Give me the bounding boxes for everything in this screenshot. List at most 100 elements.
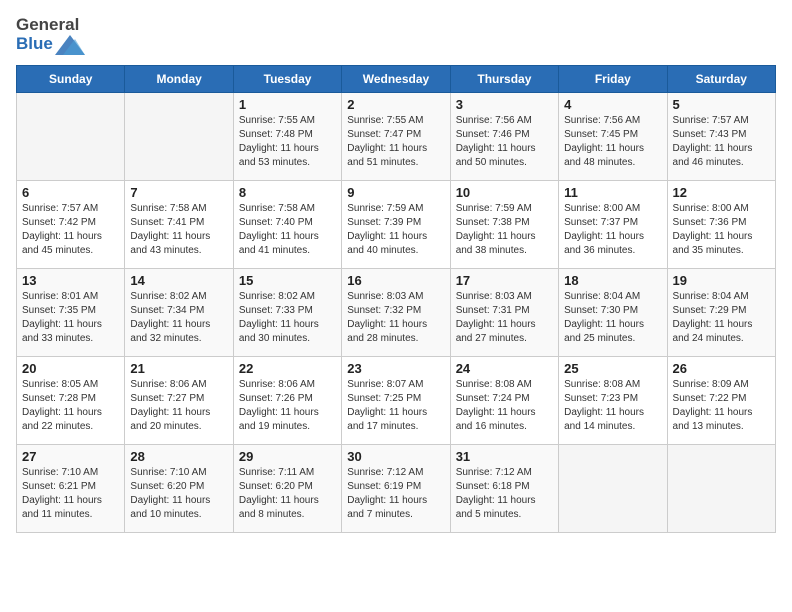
calendar-cell: 27 Sunrise: 7:10 AM Sunset: 6:21 PM Dayl… [17,444,125,532]
day-number: 22 [239,361,336,376]
weekday-header-sunday: Sunday [17,65,125,92]
calendar-cell: 4 Sunrise: 7:56 AM Sunset: 7:45 PM Dayli… [559,92,667,180]
cell-content: Sunrise: 7:59 AM Sunset: 7:38 PM Dayligh… [456,202,553,258]
day-number: 1 [239,97,336,112]
calendar-week-row: 13 Sunrise: 8:01 AM Sunset: 7:35 PM Dayl… [17,268,776,356]
day-number: 11 [564,185,661,200]
day-number: 17 [456,273,553,288]
calendar-cell: 3 Sunrise: 7:56 AM Sunset: 7:46 PM Dayli… [450,92,558,180]
day-number: 7 [130,185,227,200]
day-number: 16 [347,273,444,288]
cell-content: Sunrise: 8:04 AM Sunset: 7:30 PM Dayligh… [564,290,661,346]
day-number: 29 [239,449,336,464]
cell-content: Sunrise: 8:03 AM Sunset: 7:32 PM Dayligh… [347,290,444,346]
calendar-cell: 2 Sunrise: 7:55 AM Sunset: 7:47 PM Dayli… [342,92,450,180]
day-number: 9 [347,185,444,200]
day-number: 10 [456,185,553,200]
calendar-week-row: 6 Sunrise: 7:57 AM Sunset: 7:42 PM Dayli… [17,180,776,268]
calendar-cell: 8 Sunrise: 7:58 AM Sunset: 7:40 PM Dayli… [233,180,341,268]
cell-content: Sunrise: 7:58 AM Sunset: 7:41 PM Dayligh… [130,202,227,258]
cell-content: Sunrise: 8:05 AM Sunset: 7:28 PM Dayligh… [22,378,119,434]
weekday-header-monday: Monday [125,65,233,92]
weekday-header-thursday: Thursday [450,65,558,92]
calendar-cell: 17 Sunrise: 8:03 AM Sunset: 7:31 PM Dayl… [450,268,558,356]
calendar-week-row: 27 Sunrise: 7:10 AM Sunset: 6:21 PM Dayl… [17,444,776,532]
day-number: 5 [673,97,770,112]
day-number: 18 [564,273,661,288]
logo: General Blue [16,16,85,55]
day-number: 20 [22,361,119,376]
day-number: 15 [239,273,336,288]
calendar-cell: 22 Sunrise: 8:06 AM Sunset: 7:26 PM Dayl… [233,356,341,444]
calendar-cell: 9 Sunrise: 7:59 AM Sunset: 7:39 PM Dayli… [342,180,450,268]
cell-content: Sunrise: 7:11 AM Sunset: 6:20 PM Dayligh… [239,466,336,522]
cell-content: Sunrise: 7:57 AM Sunset: 7:43 PM Dayligh… [673,114,770,170]
cell-content: Sunrise: 7:59 AM Sunset: 7:39 PM Dayligh… [347,202,444,258]
calendar-week-row: 1 Sunrise: 7:55 AM Sunset: 7:48 PM Dayli… [17,92,776,180]
calendar-cell [667,444,775,532]
calendar-cell: 26 Sunrise: 8:09 AM Sunset: 7:22 PM Dayl… [667,356,775,444]
day-number: 30 [347,449,444,464]
cell-content: Sunrise: 8:02 AM Sunset: 7:33 PM Dayligh… [239,290,336,346]
cell-content: Sunrise: 8:08 AM Sunset: 7:24 PM Dayligh… [456,378,553,434]
cell-content: Sunrise: 8:06 AM Sunset: 7:27 PM Dayligh… [130,378,227,434]
calendar-cell: 7 Sunrise: 7:58 AM Sunset: 7:41 PM Dayli… [125,180,233,268]
calendar-cell: 29 Sunrise: 7:11 AM Sunset: 6:20 PM Dayl… [233,444,341,532]
day-number: 2 [347,97,444,112]
cell-content: Sunrise: 7:12 AM Sunset: 6:18 PM Dayligh… [456,466,553,522]
day-number: 13 [22,273,119,288]
calendar-cell [17,92,125,180]
day-number: 8 [239,185,336,200]
calendar-cell: 6 Sunrise: 7:57 AM Sunset: 7:42 PM Dayli… [17,180,125,268]
page-header: General Blue [16,16,776,55]
day-number: 24 [456,361,553,376]
day-number: 14 [130,273,227,288]
day-number: 31 [456,449,553,464]
cell-content: Sunrise: 8:04 AM Sunset: 7:29 PM Dayligh… [673,290,770,346]
calendar-cell: 13 Sunrise: 8:01 AM Sunset: 7:35 PM Dayl… [17,268,125,356]
cell-content: Sunrise: 7:10 AM Sunset: 6:21 PM Dayligh… [22,466,119,522]
calendar-cell: 21 Sunrise: 8:06 AM Sunset: 7:27 PM Dayl… [125,356,233,444]
day-number: 26 [673,361,770,376]
logo-general-text: General [16,16,79,35]
calendar-cell: 30 Sunrise: 7:12 AM Sunset: 6:19 PM Dayl… [342,444,450,532]
calendar-cell: 16 Sunrise: 8:03 AM Sunset: 7:32 PM Dayl… [342,268,450,356]
cell-content: Sunrise: 8:00 AM Sunset: 7:37 PM Dayligh… [564,202,661,258]
cell-content: Sunrise: 7:55 AM Sunset: 7:47 PM Dayligh… [347,114,444,170]
calendar-cell: 18 Sunrise: 8:04 AM Sunset: 7:30 PM Dayl… [559,268,667,356]
calendar-cell: 20 Sunrise: 8:05 AM Sunset: 7:28 PM Dayl… [17,356,125,444]
day-number: 12 [673,185,770,200]
day-number: 25 [564,361,661,376]
cell-content: Sunrise: 8:00 AM Sunset: 7:36 PM Dayligh… [673,202,770,258]
day-number: 3 [456,97,553,112]
cell-content: Sunrise: 7:58 AM Sunset: 7:40 PM Dayligh… [239,202,336,258]
day-number: 21 [130,361,227,376]
cell-content: Sunrise: 7:12 AM Sunset: 6:19 PM Dayligh… [347,466,444,522]
calendar-cell: 1 Sunrise: 7:55 AM Sunset: 7:48 PM Dayli… [233,92,341,180]
cell-content: Sunrise: 7:57 AM Sunset: 7:42 PM Dayligh… [22,202,119,258]
calendar-table: SundayMondayTuesdayWednesdayThursdayFrid… [16,65,776,533]
cell-content: Sunrise: 8:09 AM Sunset: 7:22 PM Dayligh… [673,378,770,434]
calendar-cell: 28 Sunrise: 7:10 AM Sunset: 6:20 PM Dayl… [125,444,233,532]
logo-blue-text: Blue [16,35,53,54]
cell-content: Sunrise: 7:56 AM Sunset: 7:45 PM Dayligh… [564,114,661,170]
cell-content: Sunrise: 8:06 AM Sunset: 7:26 PM Dayligh… [239,378,336,434]
calendar-cell: 12 Sunrise: 8:00 AM Sunset: 7:36 PM Dayl… [667,180,775,268]
calendar-cell [125,92,233,180]
cell-content: Sunrise: 8:08 AM Sunset: 7:23 PM Dayligh… [564,378,661,434]
day-number: 4 [564,97,661,112]
calendar-cell: 5 Sunrise: 7:57 AM Sunset: 7:43 PM Dayli… [667,92,775,180]
calendar-cell: 31 Sunrise: 7:12 AM Sunset: 6:18 PM Dayl… [450,444,558,532]
weekday-header-saturday: Saturday [667,65,775,92]
calendar-cell: 15 Sunrise: 8:02 AM Sunset: 7:33 PM Dayl… [233,268,341,356]
calendar-cell: 24 Sunrise: 8:08 AM Sunset: 7:24 PM Dayl… [450,356,558,444]
calendar-cell: 14 Sunrise: 8:02 AM Sunset: 7:34 PM Dayl… [125,268,233,356]
day-number: 6 [22,185,119,200]
calendar-cell: 23 Sunrise: 8:07 AM Sunset: 7:25 PM Dayl… [342,356,450,444]
logo-icon [55,35,85,55]
cell-content: Sunrise: 8:07 AM Sunset: 7:25 PM Dayligh… [347,378,444,434]
cell-content: Sunrise: 7:56 AM Sunset: 7:46 PM Dayligh… [456,114,553,170]
cell-content: Sunrise: 8:01 AM Sunset: 7:35 PM Dayligh… [22,290,119,346]
calendar-cell: 25 Sunrise: 8:08 AM Sunset: 7:23 PM Dayl… [559,356,667,444]
day-number: 23 [347,361,444,376]
